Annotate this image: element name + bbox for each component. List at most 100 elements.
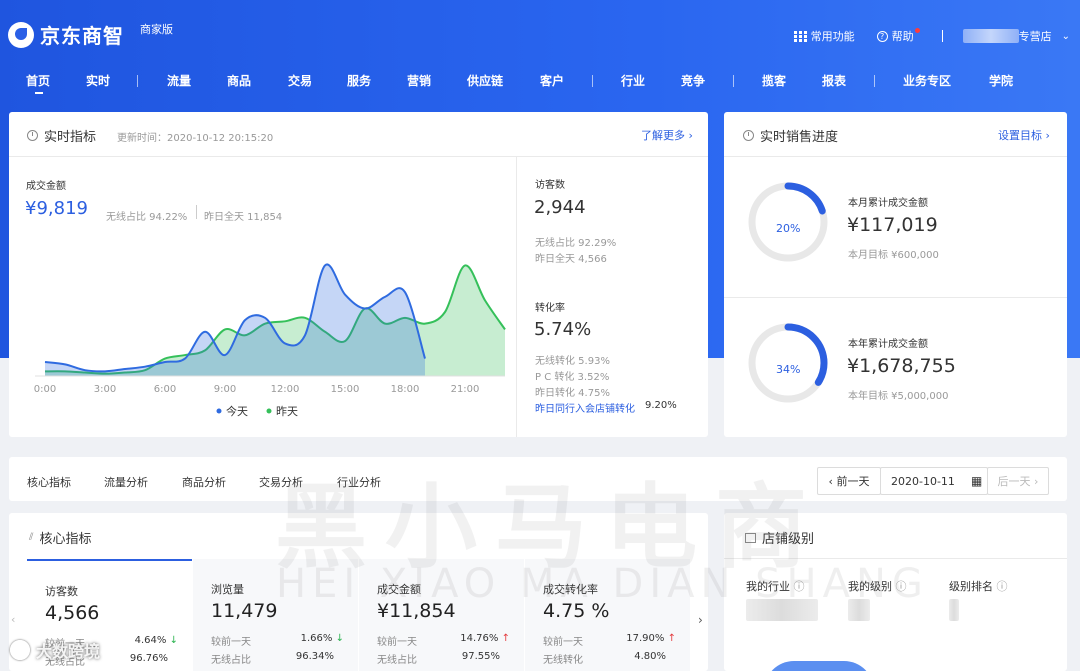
divider (196, 205, 197, 219)
gmv-yesterday: 昨日全天 11,854 (204, 212, 283, 223)
metric-sub-value: 4.80% (634, 651, 666, 662)
metric-sub-value: 97.55% (461, 651, 500, 662)
legend-label[interactable]: 今天 (226, 404, 248, 418)
nav-item-realtime[interactable]: 实时 (86, 72, 110, 89)
conversion-label: 转化率 (535, 303, 565, 314)
level-rank-blurred (949, 599, 959, 621)
visitors-value: 2,944 (534, 197, 586, 218)
industry-conversion-link[interactable]: 昨日同行入会店铺转化 (535, 400, 635, 415)
metric-value: 11,479 (211, 600, 278, 622)
tab-product-analysis[interactable]: 商品分析 (182, 474, 226, 490)
bar-chart-icon: ⫽ (29, 532, 34, 543)
nav-divider (733, 75, 734, 87)
metric-sub-value: 96.76% (129, 653, 168, 664)
nav-item-transactions[interactable]: 交易 (288, 72, 312, 89)
arrow-down-icon: ↓ (169, 635, 178, 646)
metric-value: 4,566 (45, 602, 100, 624)
year-progress-pct: 34% (776, 363, 801, 376)
conversion-wireless: 无线转化 5.93% (535, 356, 610, 367)
legend-label[interactable]: 昨天 (276, 405, 298, 418)
logo[interactable]: 京东商智 (8, 20, 124, 49)
calendar-icon: ▦ (970, 474, 983, 488)
nav-item-customers[interactable]: 客户 (540, 72, 564, 89)
nav-item-competition[interactable]: 竞争 (681, 72, 705, 89)
arrow-up-icon: ↑ (501, 633, 510, 644)
x-tick-label: 12:00 (271, 384, 300, 395)
legend-marker (216, 408, 222, 414)
metric-compare-label: 较前一天 (543, 637, 583, 648)
arrow-down-icon: ↓ (335, 633, 344, 644)
sales-progress-card: 实时销售进度 设置目标 › 20% 本月累计成交金额 ¥117,019 本月目标… (724, 112, 1067, 437)
question-icon: ⓘ (996, 580, 1008, 593)
nav-item-service[interactable]: 服务 (347, 72, 371, 89)
common-functions-button[interactable]: 常用功能 (793, 28, 855, 44)
sales-progress-title: 实时销售进度 (743, 126, 838, 145)
tab-traffic-analysis[interactable]: 流量分析 (104, 474, 148, 490)
nav-item-marketing[interactable]: 营销 (407, 72, 431, 89)
top-bar: 京东商智 商家版 常用功能 ? 帮助 专营店 ⌄ (0, 6, 1080, 62)
nav-item-products[interactable]: 商品 (227, 72, 251, 89)
realtime-area-chart: 0:00 3:00 6:00 9:00 12:00 15:00 18:00 21:00 今天 昨天 (34, 263, 506, 418)
nav-item-industry[interactable]: 行业 (621, 72, 645, 89)
core-metrics-title: ⫽ 核心指标 (29, 532, 92, 547)
jd-logo-icon (8, 21, 34, 48)
x-tick-label: 6:00 (154, 384, 176, 395)
corner-watermark: 大数跨境 (10, 638, 100, 662)
x-tick-label: 3:00 (94, 384, 116, 395)
scroll-right-icon[interactable]: › (698, 613, 703, 627)
target-icon (743, 130, 754, 141)
learn-more-link[interactable]: 了解更多 › (641, 127, 693, 143)
help-button[interactable]: ? 帮助 (876, 27, 920, 44)
metric-sub-value: 96.34% (295, 651, 334, 662)
series-area-0 (45, 264, 425, 376)
clock-icon (27, 130, 38, 141)
edition-label: 商家版 (140, 23, 173, 36)
conversion-yesterday: 昨日转化 4.75% (535, 388, 610, 399)
visitors-wireless: 无线占比 92.29% (535, 238, 617, 249)
nav-item-reports[interactable]: 报表 (822, 72, 846, 89)
gmv-value: ¥9,819 (25, 198, 88, 219)
watermark-logo-icon (10, 640, 30, 660)
divider (724, 297, 1067, 298)
grid-icon (793, 30, 807, 42)
realtime-title: 实时指标 (27, 126, 96, 145)
date-picker[interactable]: 2020-10-11 ▦ (880, 467, 988, 495)
watermark-pinyin: HEI XIAO MA DIAN SHANG (276, 561, 929, 607)
scroll-left-icon[interactable]: ‹ (11, 613, 15, 626)
x-tick-label: 15:00 (331, 384, 360, 395)
nav-item-business-zone[interactable]: 业务专区 (903, 72, 951, 89)
conversion-value: 5.74% (534, 319, 592, 340)
x-tick-label: 0:00 (34, 384, 56, 395)
year-total-value: ¥1,678,755 (847, 355, 956, 377)
x-tick-label: 18:00 (391, 384, 420, 395)
gmv-label: 成交金额 (26, 181, 66, 192)
metric-sub-label: 无线占比 (211, 655, 251, 666)
chevron-down-icon[interactable]: ⌄ (1062, 31, 1070, 42)
metric-label: 访客数 (45, 585, 78, 598)
realtime-metrics-card: 实时指标 更新时间：2020-10-12 20:15:20 了解更多 › 成交金… (9, 112, 708, 437)
store-suffix[interactable]: 专营店 (1019, 28, 1052, 44)
divider (9, 156, 708, 157)
metric-sub-label: 无线转化 (543, 655, 583, 666)
x-tick-label: 9:00 (214, 384, 236, 395)
year-total-label: 本年累计成交金额 (848, 339, 928, 350)
prev-day-button[interactable]: ‹ 前一天 (817, 467, 881, 495)
top-right-menu: 常用功能 ? 帮助 专营店 ⌄ (772, 27, 1070, 44)
nav-divider (592, 75, 593, 87)
update-time: 更新时间：2020-10-12 20:15:20 (117, 133, 274, 144)
month-total-value: ¥117,019 (847, 214, 938, 236)
main-nav: 首页 实时 流量 商品 交易 服务 营销 供应链 客户 行业 竞争 揽客 报表 … (0, 72, 1080, 94)
industry-conversion-value: 9.20% (645, 400, 677, 411)
nav-item-academy[interactable]: 学院 (989, 72, 1013, 89)
metric-label: 浏览量 (211, 583, 244, 596)
nav-item-home[interactable]: 首页 (26, 72, 50, 94)
nav-item-traffic[interactable]: 流量 (167, 72, 191, 89)
nav-item-acquire[interactable]: 揽客 (762, 72, 786, 89)
next-day-button[interactable]: 后一天 › (987, 467, 1049, 495)
metric-compare-value: 4.64% ↓ (134, 635, 178, 646)
arrow-up-icon: ↑ (667, 633, 676, 644)
logo-text: 京东商智 (40, 24, 124, 48)
tab-core-metrics[interactable]: 核心指标 (27, 474, 71, 490)
set-target-link[interactable]: 设置目标 › (998, 127, 1050, 143)
nav-item-supply-chain[interactable]: 供应链 (467, 72, 503, 89)
